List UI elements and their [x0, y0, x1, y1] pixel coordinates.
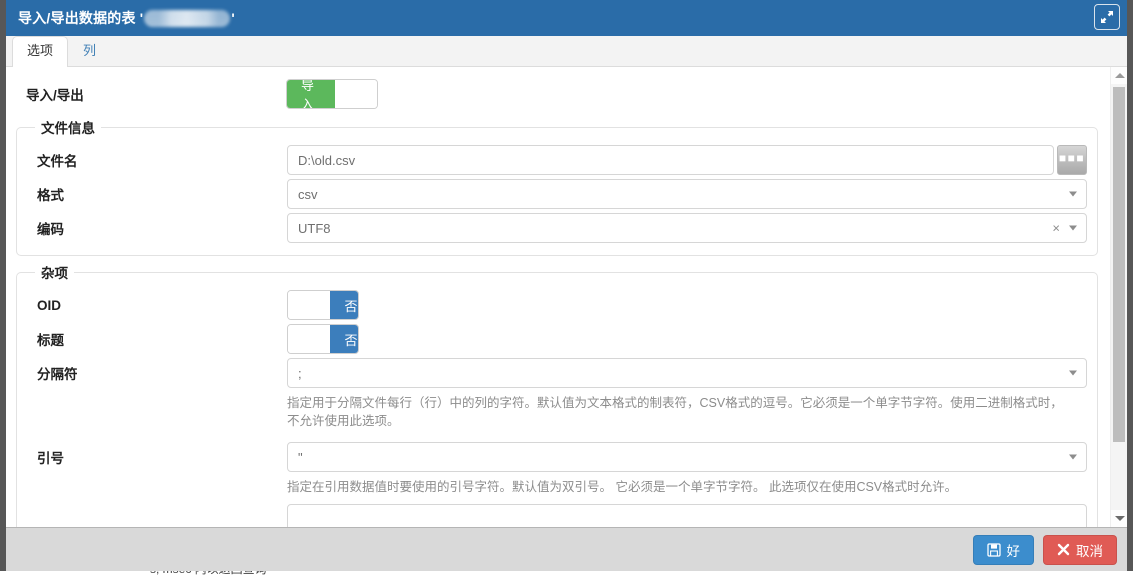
chevron-down-icon [1069, 191, 1077, 197]
header-toggle-on-area [288, 325, 330, 353]
scrollbar-track[interactable] [1111, 84, 1127, 510]
clear-x-icon[interactable]: × [1052, 222, 1060, 235]
encoding-value: UTF8 [298, 220, 331, 236]
label-filename: 文件名 [37, 154, 78, 169]
delimiter-select[interactable]: ; [287, 358, 1087, 388]
toggle-on-label: 导入 [287, 80, 335, 108]
tab-options[interactable]: 选项 [12, 36, 69, 67]
filename-input[interactable]: D:\old.csv [287, 145, 1054, 175]
close-x-icon [1057, 543, 1070, 556]
dialog-title-suffix: ' [231, 10, 235, 26]
toggle-off-area [335, 80, 377, 108]
import-export-toggle[interactable]: 导入 [286, 79, 378, 109]
quote-select[interactable]: " [287, 442, 1087, 472]
delimiter-help-text: 指定用于分隔文件每行（行）中的列的字符。默认值为文本格式的制表符，CSV格式的逗… [287, 396, 1063, 428]
save-floppy-icon [986, 542, 1001, 557]
group-misc: 杂项 OID 否 标题 否 分隔符 ; 指定用于分隔文件每行（行）中的列的字符。… [16, 262, 1098, 527]
dialog-tabstrip: 选项 列 [6, 36, 1127, 67]
chevron-down-icon [1069, 225, 1077, 231]
encoding-select[interactable]: UTF8 × [287, 213, 1087, 243]
label-header: 标题 [37, 333, 64, 348]
redacted-table-name [144, 9, 231, 27]
cancel-button[interactable]: 取消 [1043, 534, 1117, 565]
import-export-dialog: 导入/导出数据的表 ' ' 选项 列 导入/导出 导入 文件信息 文件名 D:\… [0, 0, 1133, 571]
label-delimiter: 分隔符 [37, 367, 78, 382]
dialog-title-prefix: 导入/导出数据的表 ' [18, 10, 144, 26]
scrollbar-thumb[interactable] [1113, 87, 1125, 442]
row-oid: OID 否 [27, 288, 1087, 322]
label-import-export: 导入/导出 [26, 88, 84, 103]
legend-file-info: 文件信息 [41, 121, 95, 136]
chevron-down-icon [1069, 370, 1077, 376]
ellipsis-browse-icon[interactable]: ■■■ [1057, 145, 1087, 175]
row-filename: 文件名 D:\old.csv ■■■ [27, 143, 1087, 177]
format-select[interactable]: csv [287, 179, 1087, 209]
header-toggle[interactable]: 否 [287, 324, 359, 354]
dialog-titlebar: 导入/导出数据的表 ' ' [6, 0, 1127, 36]
quote-value: " [298, 449, 303, 465]
dialog-title: 导入/导出数据的表 ' ' [18, 8, 235, 28]
row-delimiter: 分隔符 ; [27, 356, 1087, 390]
label-format: 格式 [37, 188, 64, 203]
cancel-button-label: 取消 [1076, 543, 1103, 559]
row-header: 标题 否 [27, 322, 1087, 356]
next-partial-select[interactable] [287, 504, 1087, 527]
quote-help-text: 指定在引用数据值时要使用的引号字符。默认值为双引号。 它必须是一个单字节字符。 … [287, 480, 958, 494]
options-scroll-area: 导入/导出 导入 文件信息 文件名 D:\old.csv ■■■ 格式 csv … [6, 67, 1110, 527]
tab-columns[interactable]: 列 [68, 36, 111, 66]
chevron-down-icon [1069, 454, 1077, 460]
label-encoding: 编码 [37, 222, 64, 237]
format-value: csv [298, 186, 318, 202]
oid-toggle-on-area [288, 291, 330, 319]
dialog-body: 导入/导出 导入 文件信息 文件名 D:\old.csv ■■■ 格式 csv … [6, 67, 1127, 527]
label-oid: OID [37, 297, 62, 313]
browse-dots: ■■■ [1058, 151, 1086, 165]
header-toggle-off-label: 否 [330, 325, 358, 353]
group-file-info: 文件信息 文件名 D:\old.csv ■■■ 格式 csv 编码 UTF8 × [16, 117, 1098, 256]
delimiter-value: ; [298, 365, 302, 381]
vertical-scrollbar[interactable] [1110, 67, 1127, 527]
row-import-export: 导入/导出 导入 [16, 77, 1098, 111]
oid-toggle[interactable]: 否 [287, 290, 359, 320]
row-quote-help: 指定在引用数据值时要使用的引号字符。默认值为双引号。 它必须是一个单字节字符。 … [27, 474, 1087, 498]
ok-button-label: 好 [1006, 543, 1021, 559]
oid-toggle-off-label: 否 [330, 291, 358, 319]
scroll-down-arrow-icon[interactable] [1111, 510, 1127, 527]
row-format: 格式 csv [27, 177, 1087, 211]
row-next-partial [27, 502, 1087, 527]
ok-button[interactable]: 好 [972, 534, 1034, 565]
dialog-footer: 好 取消 [6, 527, 1127, 571]
scroll-up-arrow-icon[interactable] [1111, 67, 1127, 84]
row-encoding: 编码 UTF8 × [27, 211, 1087, 245]
row-quote: 引号 " [27, 440, 1087, 474]
label-quote: 引号 [37, 451, 64, 466]
legend-misc: 杂项 [41, 266, 68, 281]
row-delimiter-help: 指定用于分隔文件每行（行）中的列的字符。默认值为文本格式的制表符，CSV格式的逗… [27, 390, 1087, 432]
maximize-diagonal-icon[interactable] [1094, 4, 1120, 30]
